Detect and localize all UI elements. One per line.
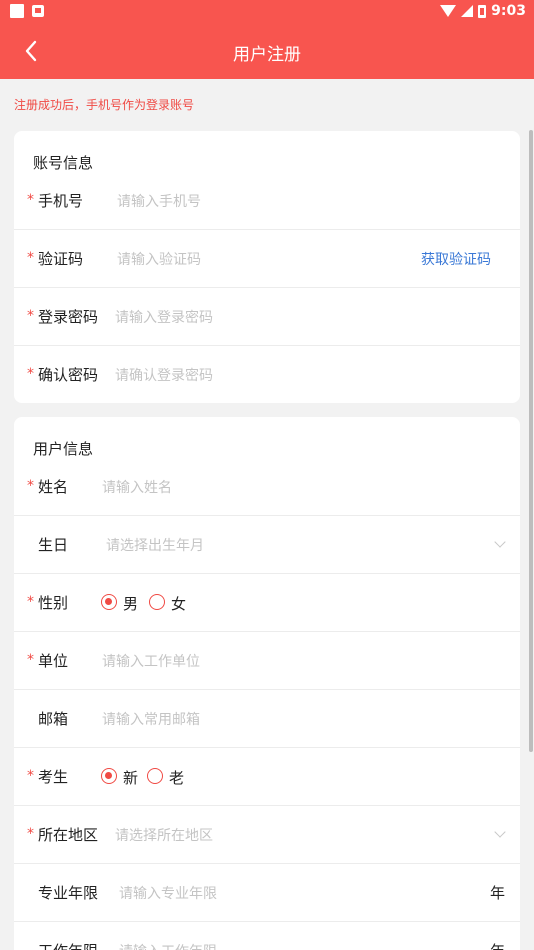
phone-label: 手机号 [38, 192, 84, 210]
scrollbar[interactable] [529, 130, 533, 752]
verify-code-label: 验证码 [38, 250, 84, 268]
name-field-row: * 姓名 请输入姓名 [14, 458, 520, 516]
phone-input[interactable]: 请输入手机号 [117, 191, 201, 211]
company-label: 单位 [38, 652, 69, 670]
professional-years-input[interactable]: 请输入专业年限 [119, 883, 217, 903]
email-label: 邮箱 [38, 710, 69, 728]
required-mark: * [27, 826, 34, 842]
region-select[interactable]: 请选择所在地区 [115, 825, 213, 845]
region-label: 所在地区 [38, 826, 99, 844]
work-years-input[interactable]: 请输入工作年限 [119, 941, 217, 950]
email-field-row: 邮箱 请输入常用邮箱 [14, 690, 520, 748]
status-notifications [10, 4, 44, 18]
confirm-password-field-row: * 确认密码 请确认登录密码 [14, 346, 520, 404]
phone-field-row: * 手机号 请输入手机号 [14, 172, 520, 230]
chevron-down-icon [494, 536, 506, 548]
candidate-field-row: * 考生 新 老 [14, 748, 520, 806]
gender-field-row: * 性别 男 女 [14, 574, 520, 632]
professional-years-field-row: 专业年限 请输入专业年限 年 [14, 864, 520, 922]
signal-icon [461, 5, 474, 17]
password-field-row: * 登录密码 请输入登录密码 [14, 288, 520, 346]
wifi-icon [440, 5, 457, 17]
required-mark: * [27, 192, 34, 208]
gender-male-radio[interactable] [101, 594, 117, 610]
password-input[interactable]: 请输入登录密码 [115, 307, 213, 327]
verify-code-input[interactable]: 请输入验证码 [117, 249, 201, 269]
chevron-down-icon [494, 826, 506, 838]
candidate-new-radio[interactable] [101, 768, 117, 784]
confirm-password-label: 确认密码 [38, 366, 99, 384]
required-mark: * [27, 594, 34, 610]
company-field-row: * 单位 请输入工作单位 [14, 632, 520, 690]
status-time: 9:03 [491, 3, 526, 19]
app-bar: 用户注册 [0, 24, 534, 79]
required-mark: * [27, 250, 34, 266]
status-indicators: 9:03 [440, 3, 526, 19]
work-years-field-row: 工作年限 请输入工作年限 年 [14, 922, 520, 950]
required-mark: * [27, 366, 34, 382]
birthday-label: 生日 [38, 536, 69, 554]
get-verify-code-button[interactable]: 获取验证码 [421, 249, 491, 269]
user-info-card: 用户信息 * 姓名 请输入姓名 生日 请选择出生年月 * 性别 男 女 * 单位… [14, 417, 520, 950]
notification-image-icon [32, 5, 44, 17]
name-label: 姓名 [38, 478, 69, 496]
region-field-row[interactable]: * 所在地区 请选择所在地区 [14, 806, 520, 864]
required-mark: * [27, 478, 34, 494]
candidate-new-label[interactable]: 新 [123, 767, 138, 788]
work-years-unit: 年 [490, 940, 505, 950]
candidate-old-radio[interactable] [147, 768, 163, 784]
candidate-old-label[interactable]: 老 [169, 767, 184, 788]
status-bar: 9:03 [0, 0, 534, 24]
account-info-card: 账号信息 * 手机号 请输入手机号 * 验证码 请输入验证码 获取验证码 * 登… [14, 131, 520, 403]
registration-notice: 注册成功后，手机号作为登录账号 [14, 98, 195, 112]
birthday-select[interactable]: 请选择出生年月 [106, 535, 204, 555]
company-input[interactable]: 请输入工作单位 [102, 651, 200, 671]
required-mark: * [27, 768, 34, 784]
gender-female-label[interactable]: 女 [171, 593, 186, 614]
gender-label: 性别 [38, 594, 69, 612]
user-section-title: 用户信息 [33, 440, 94, 458]
verify-code-field-row: * 验证码 请输入验证码 获取验证码 [14, 230, 520, 288]
gender-female-radio[interactable] [149, 594, 165, 610]
email-input[interactable]: 请输入常用邮箱 [102, 709, 200, 729]
candidate-label: 考生 [38, 768, 69, 786]
page-title: 用户注册 [233, 45, 301, 65]
birthday-field-row[interactable]: 生日 请选择出生年月 [14, 516, 520, 574]
required-mark: * [27, 308, 34, 324]
notification-square-icon [10, 4, 24, 18]
confirm-password-input[interactable]: 请确认登录密码 [115, 365, 213, 385]
password-label: 登录密码 [38, 308, 99, 326]
professional-years-unit: 年 [489, 884, 505, 902]
account-section-title: 账号信息 [33, 154, 94, 172]
gender-male-label[interactable]: 男 [123, 593, 138, 614]
required-mark: * [27, 652, 34, 668]
name-input[interactable]: 请输入姓名 [102, 477, 172, 497]
work-years-label: 工作年限 [38, 940, 98, 950]
battery-icon [478, 4, 487, 18]
professional-years-label: 专业年限 [38, 884, 99, 902]
